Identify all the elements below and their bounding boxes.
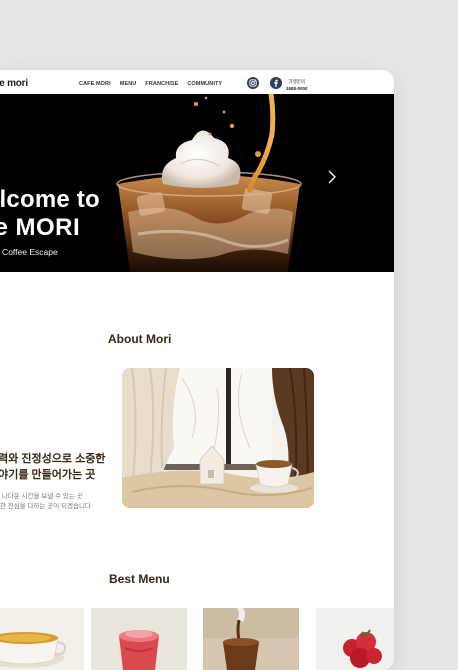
nav-item-cafe-mori[interactable]: CAFE MORI [79, 81, 111, 87]
hero-title-line1: elcome to [0, 186, 100, 213]
chevron-right-icon[interactable] [324, 169, 340, 185]
hero-title-line2: fe MORI [0, 214, 81, 241]
about-heading-line2: 이야기를 만들어가는 곳 [0, 469, 96, 481]
instagram-icon[interactable] [247, 77, 259, 89]
franchise-label: 가맹문의 [288, 79, 306, 84]
best-menu-title: Best Menu [109, 572, 170, 586]
site-logo[interactable]: fe mori [0, 78, 28, 89]
about-body-line1: 가장 나다운 시간을 보낼 수 있는 곳 [0, 493, 83, 500]
menu-item-strawberry-drink[interactable] [91, 608, 187, 670]
site-header: fe mori CAFE MORI MENU FRANCHISE COMMUNI… [0, 70, 394, 94]
hero-banner: elcome to fe MORI fect Coffee Escape [0, 94, 394, 272]
facebook-icon[interactable] [270, 77, 282, 89]
nav-item-community[interactable]: COMMUNITY [187, 81, 222, 87]
menu-item-tea[interactable] [0, 608, 84, 670]
about-body-line2: 소중한 진심을 다하는 곳이 되겠습니다 [0, 503, 91, 510]
menu-item-strawberries[interactable] [316, 608, 394, 670]
website-mockup-card: fe mori CAFE MORI MENU FRANCHISE COMMUNI… [0, 70, 394, 670]
about-window-coffee-image [122, 368, 314, 508]
menu-item-coffee-pour[interactable] [203, 608, 299, 670]
franchise-contact[interactable]: 가맹문의 1688-0000 [286, 78, 308, 92]
hero-subtitle: fect Coffee Escape [0, 247, 58, 257]
main-nav: CAFE MORI MENU FRANCHISE COMMUNITY [79, 81, 222, 87]
franchise-phone: 1688-0000 [286, 86, 308, 91]
nav-item-franchise[interactable]: FRANCHISE [145, 81, 178, 87]
about-section-title: About Mori [108, 332, 172, 346]
about-heading-line1: 매력와 진정성으로 소중한 [0, 453, 106, 465]
nav-item-menu[interactable]: MENU [120, 81, 137, 87]
